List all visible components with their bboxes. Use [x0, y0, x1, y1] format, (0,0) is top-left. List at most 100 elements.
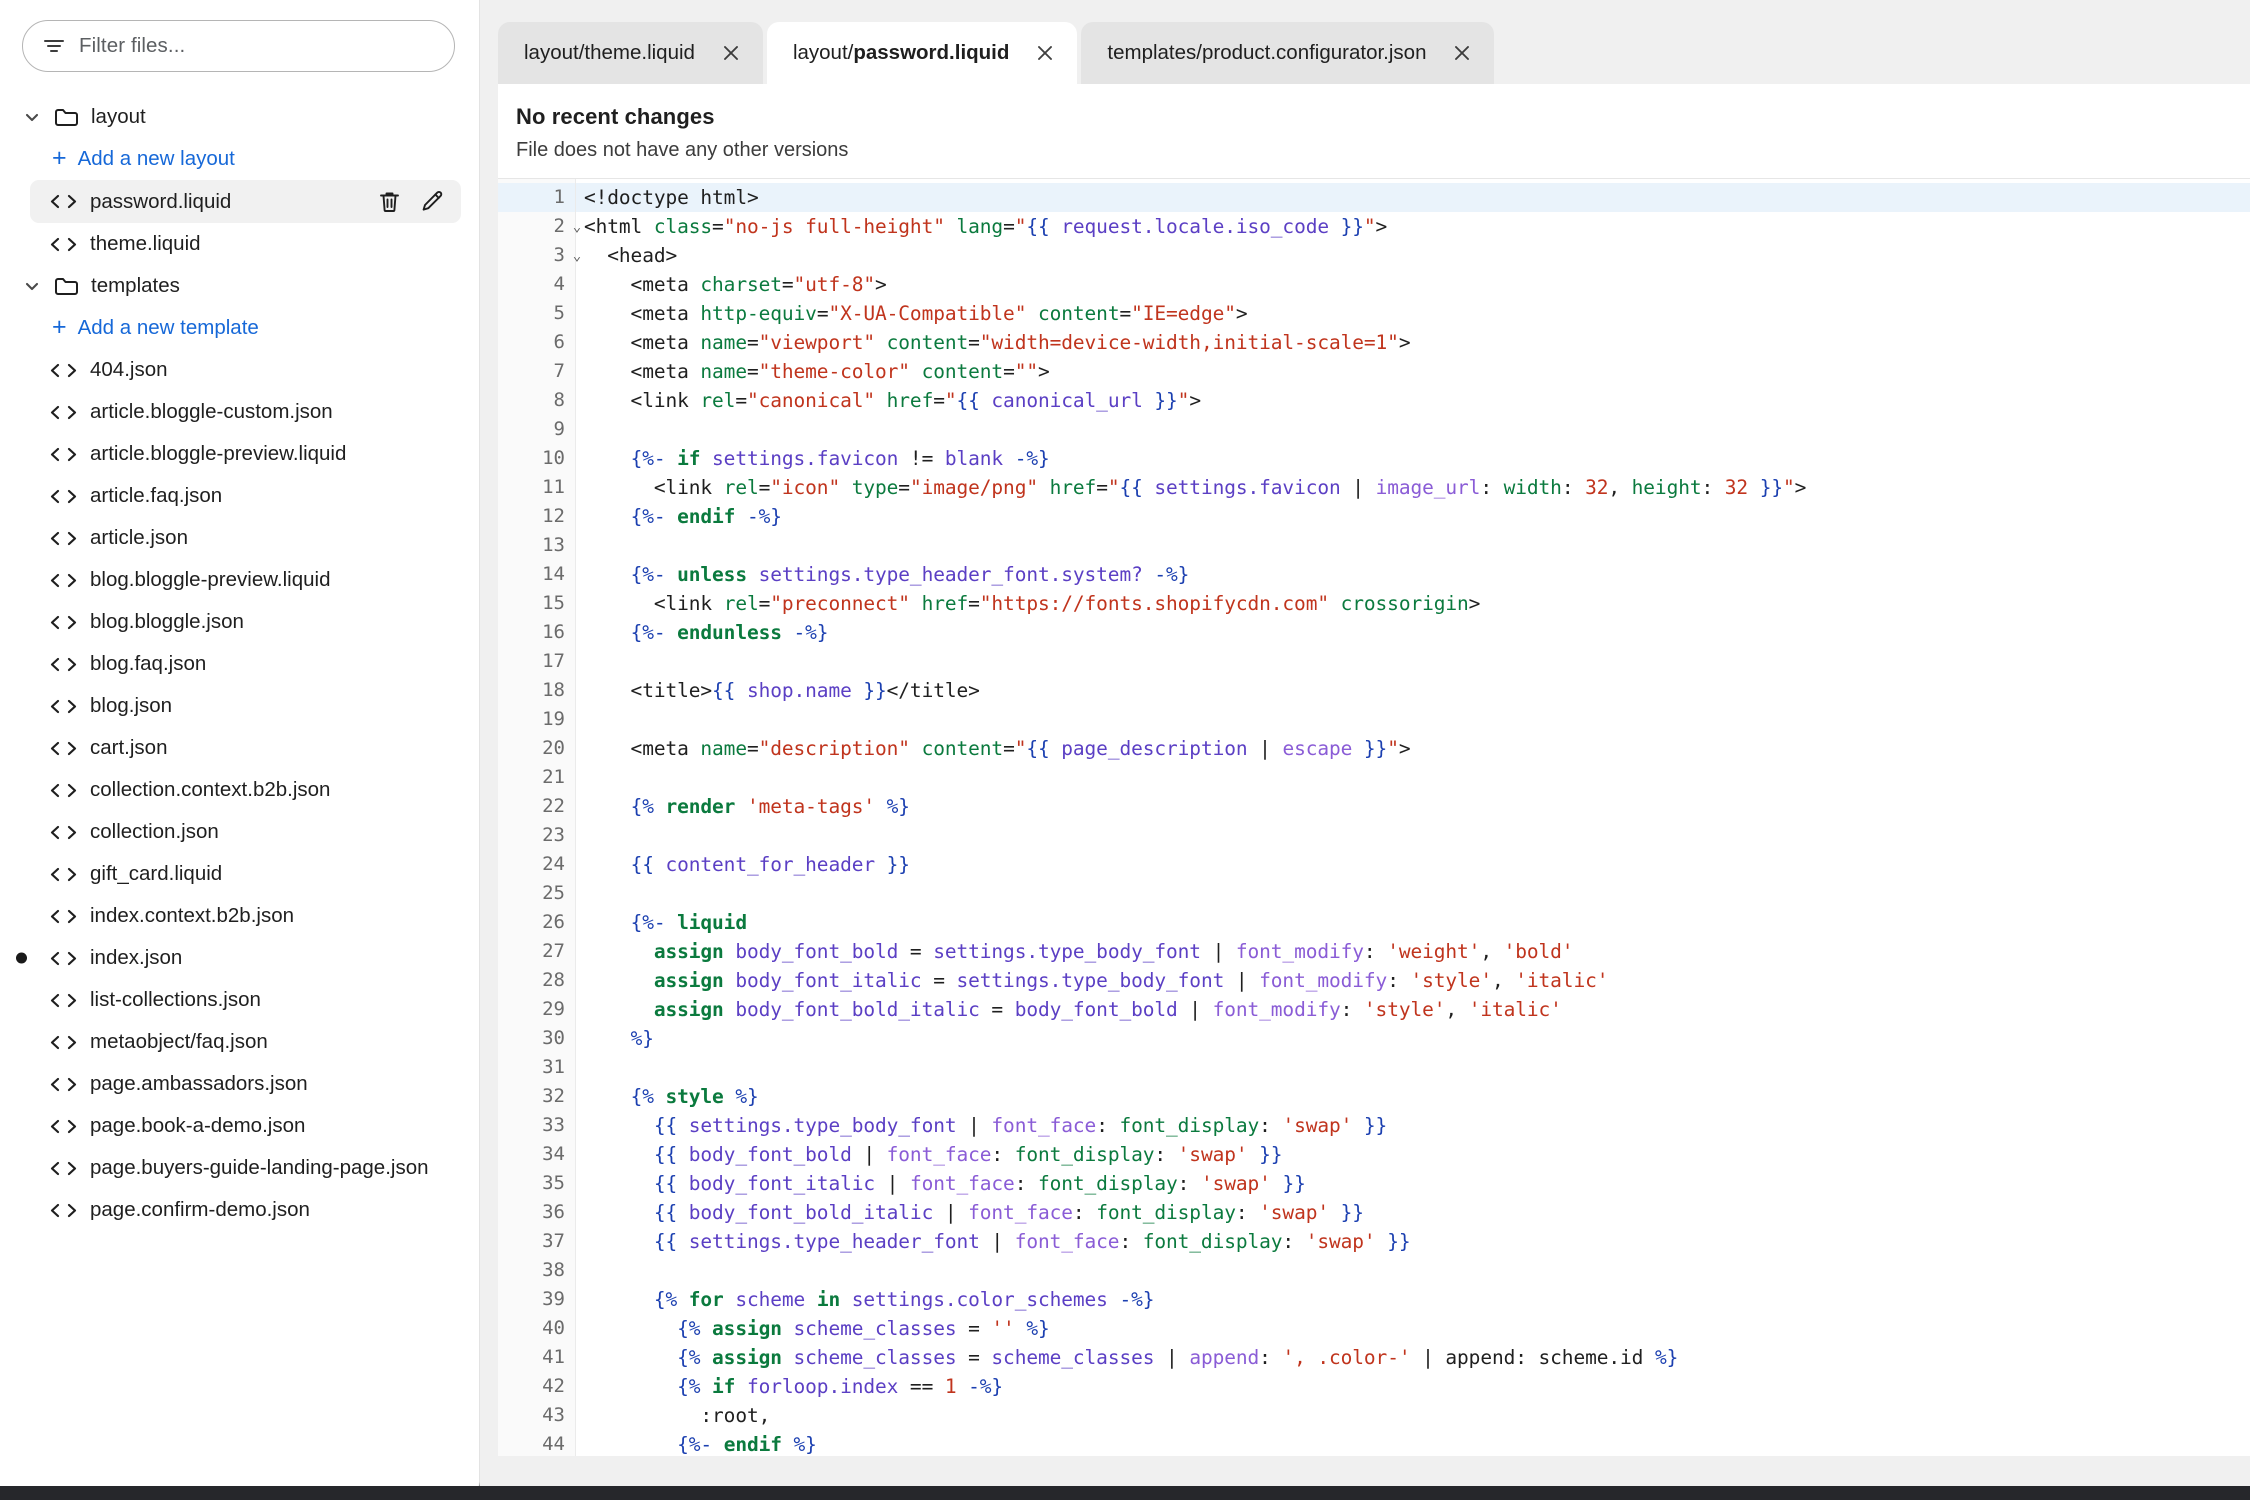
- code-line[interactable]: {%- endif %}: [576, 1430, 2250, 1456]
- code-token: ,: [1445, 998, 1469, 1021]
- code-line[interactable]: [576, 1256, 2250, 1285]
- chevron-down-icon[interactable]: [22, 107, 42, 127]
- code-line[interactable]: <!doctype html>: [576, 183, 2250, 212]
- code-line[interactable]: [576, 821, 2250, 850]
- code-line[interactable]: {%- if settings.favicon != blank -%}: [576, 444, 2250, 473]
- file-item[interactable]: page.ambassadors.json: [30, 1063, 461, 1105]
- code-line[interactable]: [576, 763, 2250, 792]
- code-line[interactable]: <meta name="viewport" content="width=dev…: [576, 328, 2250, 357]
- filter-files-input[interactable]: Filter files...: [79, 34, 185, 58]
- code-token: height: [1631, 476, 1702, 499]
- code-line[interactable]: <head>: [576, 241, 2250, 270]
- code-line[interactable]: <link rel="icon" type="image/png" href="…: [576, 473, 2250, 502]
- close-icon[interactable]: [1035, 43, 1055, 63]
- file-item[interactable]: page.book-a-demo.json: [30, 1105, 461, 1147]
- file-item[interactable]: blog.bloggle-preview.liquid: [30, 559, 461, 601]
- file-item[interactable]: 404.json: [30, 349, 461, 391]
- code-line[interactable]: {{ settings.type_header_font | font_face…: [576, 1227, 2250, 1256]
- code-line[interactable]: {%- unless settings.type_header_font.sys…: [576, 560, 2250, 589]
- file-item[interactable]: article.bloggle-custom.json: [30, 391, 461, 433]
- add-new-template-button[interactable]: + Add a new template: [0, 307, 479, 349]
- code-line[interactable]: [576, 879, 2250, 908]
- code-line[interactable]: [576, 531, 2250, 560]
- folder-icon: [54, 275, 79, 297]
- editor-tab[interactable]: layout/password.liquid: [766, 22, 1078, 84]
- file-name: page.confirm-demo.json: [90, 1198, 310, 1221]
- file-item[interactable]: blog.json: [30, 685, 461, 727]
- file-item[interactable]: index.json: [16, 937, 461, 979]
- code-line[interactable]: {% for scheme in settings.color_schemes …: [576, 1285, 2250, 1314]
- close-icon[interactable]: [1452, 43, 1472, 63]
- code-line[interactable]: <title>{{ shop.name }}</title>: [576, 676, 2250, 705]
- code-line[interactable]: {{ body_font_italic | font_face: font_di…: [576, 1169, 2250, 1198]
- code-line[interactable]: [576, 1053, 2250, 1082]
- file-item[interactable]: collection.context.b2b.json: [30, 769, 461, 811]
- file-item[interactable]: list-collections.json: [30, 979, 461, 1021]
- code-line[interactable]: {%- endunless -%}: [576, 618, 2250, 647]
- editor-tab[interactable]: layout/theme.liquid: [498, 22, 763, 84]
- folder-row-layout[interactable]: layout: [0, 96, 479, 138]
- file-name: article.bloggle-custom.json: [90, 400, 333, 423]
- file-item[interactable]: article.json: [30, 517, 461, 559]
- code-line[interactable]: <meta charset="utf-8">: [576, 270, 2250, 299]
- code-line[interactable]: assign body_font_bold_italic = body_font…: [576, 995, 2250, 1024]
- code-line[interactable]: {%- liquid: [576, 908, 2250, 937]
- add-new-layout-button[interactable]: + Add a new layout: [0, 138, 479, 180]
- file-item[interactable]: metaobject/faq.json: [30, 1021, 461, 1063]
- code-line[interactable]: {% render 'meta-tags' %}: [576, 792, 2250, 821]
- code-line[interactable]: {{ content_for_header }}: [576, 850, 2250, 879]
- code-line[interactable]: {{ body_font_bold_italic | font_face: fo…: [576, 1198, 2250, 1227]
- file-item[interactable]: article.bloggle-preview.liquid: [30, 433, 461, 475]
- code-line[interactable]: {{ body_font_bold | font_face: font_disp…: [576, 1140, 2250, 1169]
- file-item[interactable]: page.buyers-guide-landing-page.json: [30, 1147, 461, 1189]
- file-item[interactable]: blog.bloggle.json: [30, 601, 461, 643]
- code-line[interactable]: {% style %}: [576, 1082, 2250, 1111]
- code-line[interactable]: <link rel="preconnect" href="https://fon…: [576, 589, 2250, 618]
- file-item[interactable]: password.liquid: [30, 180, 461, 223]
- code-line[interactable]: <meta name="description" content="{{ pag…: [576, 734, 2250, 763]
- code-line[interactable]: assign body_font_italic = settings.type_…: [576, 966, 2250, 995]
- file-item[interactable]: article.faq.json: [30, 475, 461, 517]
- code-token: font_face: [886, 1143, 992, 1166]
- rename-icon[interactable]: [420, 189, 445, 214]
- code-line[interactable]: {% assign scheme_classes = '' %}: [576, 1314, 2250, 1343]
- delete-icon[interactable]: [377, 189, 402, 214]
- close-icon[interactable]: [721, 43, 741, 63]
- editor-tab[interactable]: templates/product.configurator.json: [1081, 22, 1495, 84]
- code-line[interactable]: {% assign scheme_classes = scheme_classe…: [576, 1343, 2250, 1372]
- file-item[interactable]: blog.faq.json: [30, 643, 461, 685]
- code-line[interactable]: <meta name="theme-color" content="">: [576, 357, 2250, 386]
- filter-files-field[interactable]: Filter files...: [22, 20, 455, 72]
- code-line[interactable]: {% if forloop.index == 1 -%}: [576, 1372, 2250, 1401]
- code-line[interactable]: {{ settings.type_body_font | font_face: …: [576, 1111, 2250, 1140]
- file-item[interactable]: index.context.b2b.json: [30, 895, 461, 937]
- code-line[interactable]: assign body_font_bold = settings.type_bo…: [576, 937, 2250, 966]
- file-item[interactable]: collection.json: [30, 811, 461, 853]
- code-editor[interactable]: 1 2 ⌄ 3 ⌄ 4 5 6 7 8 9 10 11 12 13 14 15 16 17 18 19 20 21 22 23 2…: [498, 178, 2250, 1456]
- code-token: -%}: [1014, 447, 1050, 470]
- file-item[interactable]: gift_card.liquid: [30, 853, 461, 895]
- code-line[interactable]: [576, 705, 2250, 734]
- code-line[interactable]: [576, 415, 2250, 444]
- code-token: ,: [1491, 969, 1516, 992]
- file-item[interactable]: theme.liquid: [30, 223, 461, 265]
- code-line[interactable]: {%- endif -%}: [576, 502, 2250, 531]
- code-line[interactable]: <meta http-equiv="X-UA-Compatible" conte…: [576, 299, 2250, 328]
- code-line[interactable]: <html class="no-js full-height" lang="{{…: [576, 212, 2250, 241]
- file-item[interactable]: page.confirm-demo.json: [30, 1189, 461, 1231]
- code-content[interactable]: <!doctype html> <html class="no-js full-h…: [576, 179, 2250, 1456]
- folder-row-templates[interactable]: templates: [0, 265, 479, 307]
- code-line[interactable]: [576, 647, 2250, 676]
- chevron-down-icon[interactable]: [22, 276, 42, 296]
- line-number: 8: [553, 389, 565, 411]
- file-item[interactable]: cart.json: [30, 727, 461, 769]
- code-line[interactable]: <link rel="canonical" href="{{ canonical…: [576, 386, 2250, 415]
- code-line[interactable]: %}: [576, 1024, 2250, 1053]
- filter-files-wrapper: Filter files...: [0, 0, 479, 82]
- code-line[interactable]: :root,: [576, 1401, 2250, 1430]
- code-token: settings.color_schemes: [851, 1288, 1108, 1311]
- code-token: lang: [956, 215, 1004, 238]
